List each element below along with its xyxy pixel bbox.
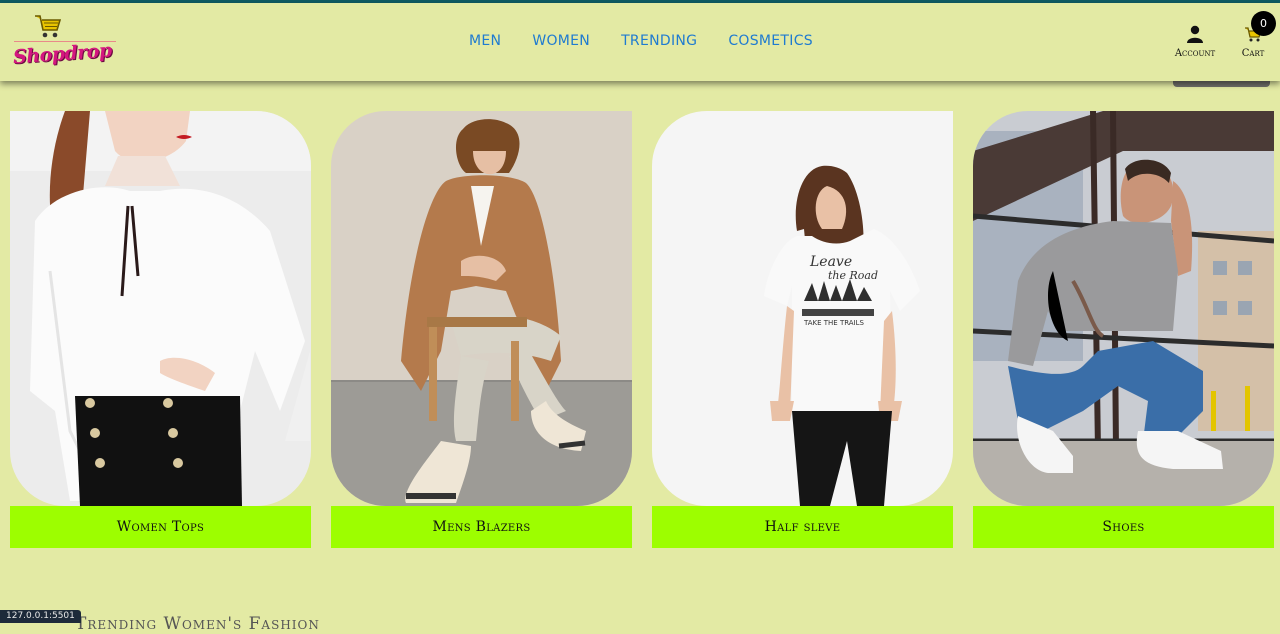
- svg-text:Leave: Leave: [809, 254, 852, 270]
- mens-blazers-label[interactable]: Mens Blazers: [331, 506, 632, 548]
- cart-label: Cart: [1241, 48, 1265, 59]
- category-card-shoes[interactable]: Shoes: [973, 111, 1274, 548]
- category-card-half-sleve[interactable]: Leave the Road TAKE THE TRAILS Half slev…: [652, 111, 953, 548]
- account-button[interactable]: Account: [1167, 25, 1223, 59]
- half-sleve-image[interactable]: Leave the Road TAKE THE TRAILS: [652, 111, 953, 506]
- main-nav: MEN WOMEN TRENDING COSMETICS: [469, 33, 813, 49]
- nav-link-cosmetics[interactable]: COSMETICS: [728, 33, 813, 49]
- category-cards: Women Tops Mens Blazers Leave the Road T…: [10, 111, 1274, 548]
- cart-count-badge: 0: [1251, 11, 1276, 36]
- nav-link-trending[interactable]: TRENDING: [621, 33, 697, 49]
- nav-link-women[interactable]: WOMEN: [532, 33, 590, 49]
- account-label: Account: [1174, 48, 1216, 59]
- svg-text:TAKE THE TRAILS: TAKE THE TRAILS: [803, 319, 865, 327]
- logo-text: Shopdrop: [12, 39, 113, 69]
- mens-blazers-image[interactable]: [331, 111, 632, 506]
- category-card-women-tops[interactable]: Women Tops: [10, 111, 311, 548]
- section-heading-partial: Trending Women's Fashion: [75, 614, 320, 634]
- shopdrop-logo[interactable]: Shopdrop: [12, 11, 122, 73]
- women-tops-image[interactable]: [10, 111, 311, 506]
- nav-link-men[interactable]: MEN: [469, 33, 501, 49]
- shopping-cart-logo-icon: [35, 15, 62, 38]
- shoes-label[interactable]: Shoes: [973, 506, 1274, 548]
- status-url: 127.0.0.1:5501: [0, 610, 81, 623]
- header-dropdown-tab: [1173, 80, 1270, 87]
- user-icon: [1187, 25, 1203, 43]
- half-sleve-label[interactable]: Half sleve: [652, 506, 953, 548]
- site-header: Shopdrop MEN WOMEN TRENDING COSMETICS Ac…: [0, 3, 1280, 81]
- category-card-mens-blazers[interactable]: Mens Blazers: [331, 111, 632, 548]
- shoes-image[interactable]: [973, 111, 1274, 506]
- svg-text:the Road: the Road: [828, 269, 878, 282]
- women-tops-label[interactable]: Women Tops: [10, 506, 311, 548]
